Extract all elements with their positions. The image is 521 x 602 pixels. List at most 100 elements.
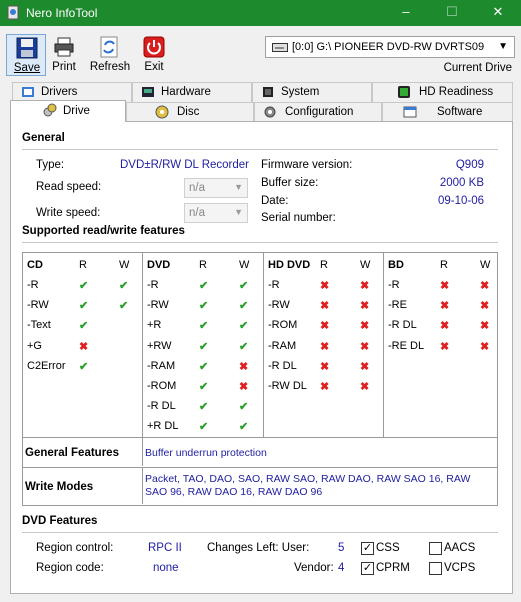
cross-icon: ✖ bbox=[360, 381, 370, 393]
general-features-label: General Features bbox=[25, 447, 119, 459]
cross-icon: ✖ bbox=[320, 320, 330, 333]
dvd-features-divider bbox=[22, 532, 498, 533]
hd-readiness-icon bbox=[398, 86, 410, 98]
cross-icon: ✖ bbox=[360, 340, 370, 353]
dvd-format-label: -RAM bbox=[147, 359, 176, 372]
dvd-format-label: -RW bbox=[147, 299, 169, 312]
check-icon: ✔ bbox=[199, 280, 209, 292]
dvd-format-label: +RW bbox=[147, 339, 172, 352]
write-modes-row: Write Modes Packet, TAO, DAO, SAO, RAW S… bbox=[22, 468, 498, 506]
region-control-value: RPC II bbox=[148, 542, 182, 554]
hddvd-format-label: -ROM bbox=[268, 319, 298, 332]
cross-icon: ✖ bbox=[320, 280, 330, 292]
cross-icon: ✖ bbox=[320, 300, 330, 313]
tab-system[interactable]: System bbox=[252, 82, 372, 102]
dvd-column: DVD R W -R ✔ ✔ -RW ✔ ✔ +R ✔ ✔ +RW ✔ ✔ -RAM ✔ ✖ -ROM ✔ ✖ -R DL… bbox=[143, 253, 264, 437]
aacs-label: AACS bbox=[444, 542, 476, 554]
print-button[interactable]: Print bbox=[44, 34, 84, 76]
dvd-format-label: -R bbox=[147, 279, 159, 291]
maximize-button[interactable]: ☐ bbox=[429, 0, 475, 26]
tab-drive[interactable]: Drive bbox=[10, 100, 126, 122]
cd-r-header: R bbox=[79, 259, 87, 271]
tab-configuration-label: Configuration bbox=[285, 106, 354, 118]
dvd-title: DVD bbox=[147, 259, 171, 271]
drive-select[interactable]: [0:0] G:\ PIONEER DVD-RW DVRTS09 ▼ bbox=[265, 36, 515, 58]
vcps-label: VCPS bbox=[444, 562, 476, 574]
exit-button[interactable]: Exit bbox=[134, 34, 174, 76]
bd-title: BD bbox=[388, 259, 404, 271]
hddvd-format-label: -R bbox=[268, 279, 280, 291]
tab-hardware[interactable]: Hardware bbox=[132, 82, 252, 102]
drive-icon bbox=[272, 43, 288, 52]
cprm-checkbox[interactable]: ✓ bbox=[361, 562, 374, 575]
tab-software[interactable]: Software bbox=[382, 102, 513, 122]
tab-hd-readiness[interactable]: HD Readiness bbox=[372, 82, 513, 102]
drivers-icon bbox=[22, 87, 34, 97]
dvd-w-header: W bbox=[239, 259, 250, 271]
buffer-value: 2000 KB bbox=[439, 177, 484, 189]
tab-disc[interactable]: Disc bbox=[126, 102, 254, 122]
dvd-r-header: R bbox=[199, 259, 207, 271]
dvd-format-label: +R DL bbox=[147, 420, 179, 433]
refresh-label: Refresh bbox=[89, 61, 131, 73]
save-button[interactable]: Save bbox=[6, 34, 46, 76]
app-icon bbox=[7, 5, 19, 20]
close-button[interactable]: ✕ bbox=[475, 0, 521, 26]
check-icon: ✔ bbox=[239, 280, 249, 292]
check-icon: ✔ bbox=[199, 401, 209, 414]
date-label: Date: bbox=[261, 195, 289, 207]
read-speed-label: Read speed: bbox=[36, 181, 102, 193]
cross-icon: ✖ bbox=[480, 320, 490, 333]
cross-icon: ✖ bbox=[360, 360, 370, 373]
chevron-down-icon: ▼ bbox=[498, 41, 508, 52]
write-modes-label: Write Modes bbox=[25, 481, 94, 493]
bd-r-header: R bbox=[440, 259, 448, 271]
cross-icon: ✖ bbox=[360, 300, 370, 313]
exit-label: Exit bbox=[144, 61, 164, 73]
type-value: DVD±R/RW DL Recorder bbox=[120, 159, 250, 171]
tab-drivers-label: Drivers bbox=[41, 86, 78, 98]
cross-icon: ✖ bbox=[320, 340, 330, 353]
tab-drivers[interactable]: Drivers bbox=[12, 82, 132, 102]
hddvd-format-label: -RW bbox=[268, 299, 290, 312]
firmware-label: Firmware version: bbox=[261, 159, 353, 171]
title-bar: Nero InfoTool – ☐ ✕ bbox=[0, 0, 521, 26]
check-icon: ✔ bbox=[239, 320, 249, 333]
date-value: 09-10-06 bbox=[437, 195, 484, 207]
hddvd-column: HD DVD R W -R ✖ ✖ -RW ✖ ✖ -ROM ✖ ✖ -RAM ✖ ✖ -R DL ✖ ✖ -RW … bbox=[264, 253, 384, 437]
type-label: Type: bbox=[36, 159, 65, 171]
vendor-label: Vendor: bbox=[294, 562, 334, 574]
region-code-value: none bbox=[153, 562, 179, 574]
cross-icon: ✖ bbox=[440, 320, 450, 333]
features-heading: Supported read/write features bbox=[22, 225, 185, 237]
chevron-down-icon: ▼ bbox=[234, 207, 243, 217]
check-icon: ✔ bbox=[239, 300, 249, 313]
cross-icon: ✖ bbox=[480, 300, 490, 313]
drive-tab-icon bbox=[43, 103, 57, 117]
write-speed-select[interactable]: n/a ▼ bbox=[184, 203, 248, 223]
check-icon: ✔ bbox=[239, 421, 249, 434]
changes-left-label: Changes Left: User: bbox=[207, 542, 310, 554]
check-icon: ✔ bbox=[199, 421, 209, 434]
power-icon bbox=[143, 36, 165, 58]
cross-icon: ✖ bbox=[480, 280, 490, 292]
refresh-button[interactable]: Refresh bbox=[89, 34, 131, 76]
current-drive-caption: Current Drive bbox=[443, 62, 512, 74]
read-speed-select[interactable]: n/a ▼ bbox=[184, 178, 248, 198]
cprm-label: CPRM bbox=[376, 562, 410, 574]
check-icon: ✔ bbox=[199, 381, 209, 393]
vcps-checkbox[interactable] bbox=[429, 562, 442, 575]
serial-label: Serial number: bbox=[261, 212, 336, 224]
css-checkbox[interactable]: ✓ bbox=[361, 542, 374, 555]
tab-configuration[interactable]: Configuration bbox=[254, 102, 382, 122]
buffer-label: Buffer size: bbox=[261, 177, 319, 189]
bd-column: BD R W -R ✖ ✖ -RE ✖ ✖ -R DL ✖ ✖ -RE DL ✖ ✖ bbox=[384, 253, 498, 437]
hddvd-format-label: -R DL bbox=[268, 359, 297, 372]
cross-icon: ✖ bbox=[440, 280, 450, 292]
bd-format-label: -R DL bbox=[388, 319, 417, 332]
dvd-format-label: -ROM bbox=[147, 380, 177, 392]
aacs-checkbox[interactable] bbox=[429, 542, 442, 555]
css-label: CSS bbox=[376, 542, 400, 554]
tab-software-label: Software bbox=[437, 106, 483, 118]
minimize-button[interactable]: – bbox=[383, 0, 429, 26]
